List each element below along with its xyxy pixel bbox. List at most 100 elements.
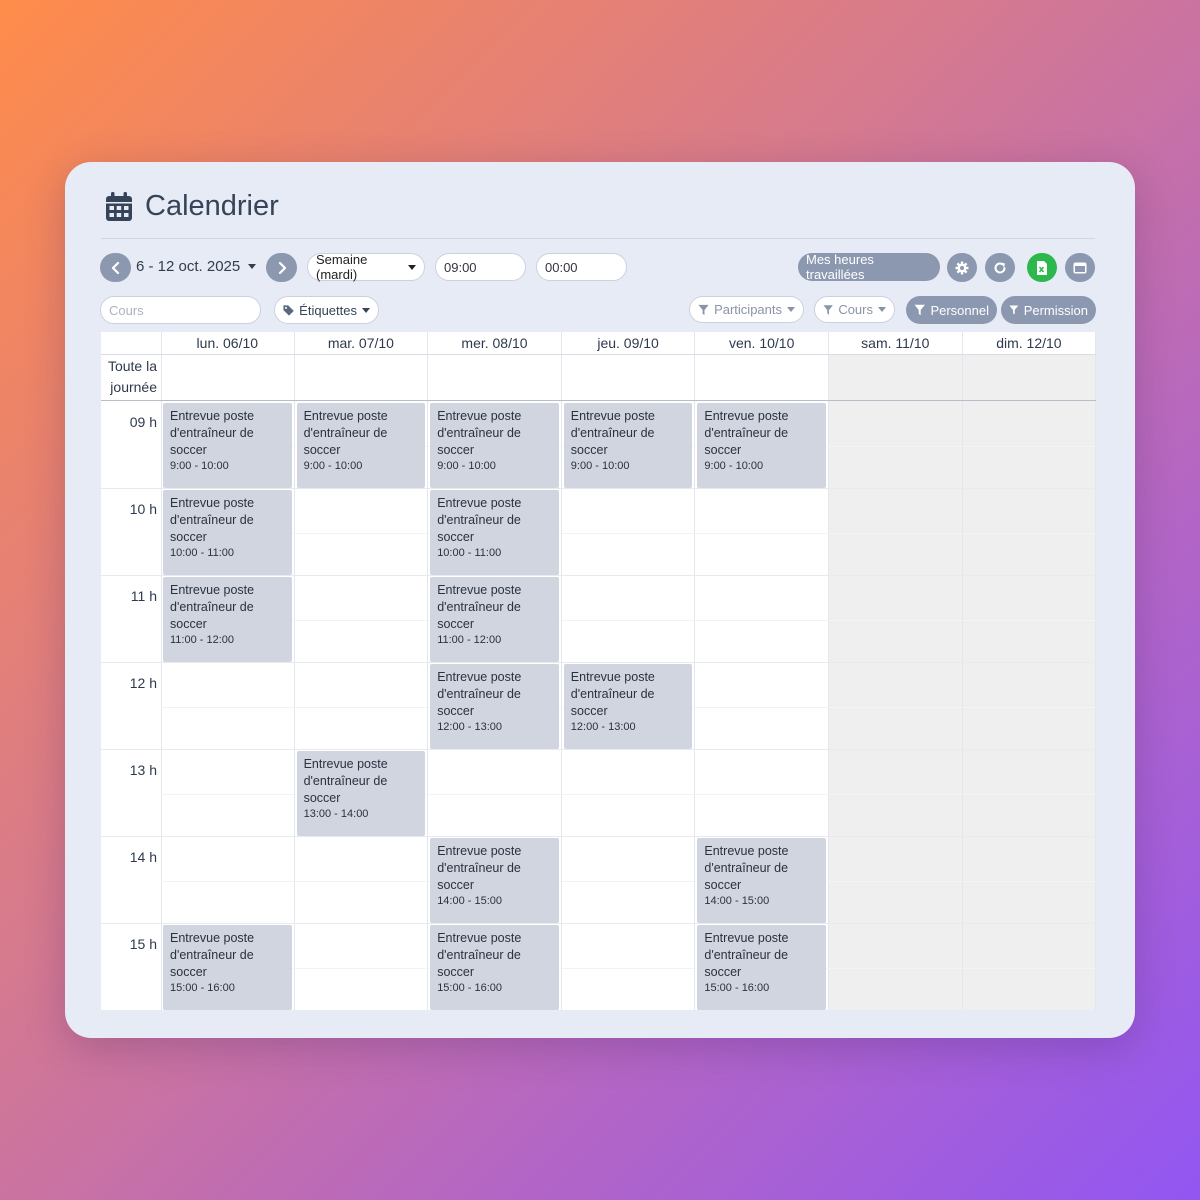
event-title: Entrevue poste d'entraîneur de soccer [170,409,255,457]
column-divider [293,332,295,1010]
hour-label: 10 h [129,501,157,517]
event-time: 9:00 - 10:00 [303,460,363,472]
next-week-button[interactable] [266,253,297,282]
day-header[interactable]: ven. 10/10 [695,332,829,354]
calendar-event[interactable]: Entrevue poste d'entraîneur de soccer 9:0… [163,403,292,488]
courses-filter[interactable]: Cours [814,296,895,323]
event-time: 11:00 - 12:00 [170,634,235,646]
calendar-event[interactable]: Entrevue poste d'entraîneur de soccer 10:… [163,490,292,575]
event-title: Entrevue poste d'entraîneur de soccer [170,496,255,544]
calendar-event[interactable]: Entrevue poste d'entraîneur de soccer 12:… [563,664,693,749]
start-time-input[interactable]: 09:00 [435,253,526,281]
hour-label: 12 h [129,675,157,691]
hours-worked-button[interactable]: Mes heures travaillées [798,252,940,282]
half-hour-divider [161,880,1096,882]
excel-export-button[interactable] [1027,253,1057,282]
chevron-left-icon [111,261,119,274]
filter-icon [914,304,925,316]
hours-worked-label: Mes heures travaillées [806,252,874,282]
page-header: Calendrier [105,190,279,223]
permission-filter-button[interactable]: Permission [1001,296,1096,324]
event-title: Entrevue poste d'entraîneur de soccer [437,583,522,631]
filter-icon [698,304,709,315]
date-range-label: 6 - 12 oct. 2025 [136,258,241,275]
refresh-button[interactable] [985,253,1015,282]
calendar-event[interactable]: Entrevue poste d'entraîneur de soccer 13:… [296,751,426,836]
event-time: 15:00 - 16:00 [704,982,770,994]
participants-filter[interactable]: Participants [689,296,804,323]
hour-divider [101,488,1096,489]
column-divider [828,332,829,1010]
header-divider [101,238,1095,239]
hour-divider [101,749,1096,750]
calendar-event[interactable]: Entrevue poste d'entraîneur de soccer 12:… [430,664,559,749]
day-header[interactable]: sam. 11/10 [829,332,963,354]
hour-label: 15 h [129,936,157,952]
end-time-input[interactable]: 00:00 [536,253,627,281]
event-title: Entrevue poste d'entraîneur de soccer [704,844,789,892]
calendar-event[interactable]: Entrevue poste d'entraîneur de soccer 9:0… [430,403,559,488]
chevron-down-icon [248,264,257,269]
all-day-divider [101,400,1096,401]
event-time: 9:00 - 10:00 [170,460,229,472]
calendar-event[interactable]: Entrevue poste d'entraîneur de soccer 15:… [430,925,559,1010]
calendar-event[interactable]: Entrevue poste d'entraîneur de soccer 15:… [163,925,292,1010]
half-hour-divider [161,619,1096,621]
calendar-event[interactable]: Entrevue poste d'entraîneur de soccer 10:… [430,490,559,575]
event-time: 14:00 - 15:00 [704,895,770,907]
calendar-event[interactable]: Entrevue poste d'entraîneur de soccer 15:… [697,925,826,1010]
event-title: Entrevue poste d'entraîneur de soccer [437,496,522,544]
day-header[interactable]: jeu. 09/10 [562,332,696,354]
view-select-value: Semaine (mardi) [316,252,368,282]
calendar-event[interactable]: Entrevue poste d'entraîneur de soccer 9:0… [296,403,426,488]
column-divider [961,332,963,1010]
tags-dropdown[interactable]: Étiquettes [274,296,379,324]
permission-filter-label: Permission [1023,302,1088,318]
day-header[interactable]: mar. 07/10 [295,332,429,354]
column-divider [1095,332,1096,1010]
hour-divider [101,836,1096,837]
calendar-event[interactable]: Entrevue poste d'entraîneur de soccer 11:… [163,577,292,662]
calendar-card: Calendrier 6 - 12 oct. 2025 Semaine (mar… [65,162,1135,1038]
event-title: Entrevue poste d'entraîneur de soccer [570,670,655,718]
calendar-event[interactable]: Entrevue poste d'entraîneur de soccer 14:… [697,838,826,923]
event-title: Entrevue poste d'entraîneur de soccer [704,931,789,979]
day-header[interactable]: mer. 08/10 [428,332,562,354]
date-range-picker[interactable]: 6 - 12 oct. 2025 [136,258,257,275]
view-select[interactable]: Semaine (mardi) [307,252,425,282]
hour-divider [101,662,1096,663]
chevron-right-icon [278,261,286,274]
event-time: 10:00 - 11:00 [170,547,235,559]
event-time: 10:00 - 11:00 [437,547,502,559]
day-header[interactable]: lun. 06/10 [161,332,295,354]
hour-label: 09 h [129,414,157,430]
event-title: Entrevue poste d'entraîneur de soccer [437,409,522,457]
hour-label: 14 h [129,849,157,865]
course-search-placeholder: Cours [109,302,144,318]
column-divider [427,332,429,1010]
course-search-input[interactable]: Cours [100,296,261,324]
calendar-event[interactable]: Entrevue poste d'entraîneur de soccer 9:0… [697,403,826,488]
day-header[interactable]: dim. 12/10 [963,332,1096,354]
filter-icon [823,304,833,315]
event-title: Entrevue poste d'entraîneur de soccer [437,931,522,979]
end-time-value: 00:00 [545,259,578,275]
column-divider [560,332,562,1010]
calendar-event[interactable]: Entrevue poste d'entraîneur de soccer 9:0… [563,403,693,488]
event-time: 12:00 - 13:00 [437,721,503,733]
event-time: 14:00 - 15:00 [437,895,503,907]
event-title: Entrevue poste d'entraîneur de soccer [570,409,655,457]
window-toggle-button[interactable] [1065,253,1095,282]
staff-filter-button[interactable]: Personnel [906,296,997,324]
hour-divider [101,923,1096,924]
event-title: Entrevue poste d'entraîneur de soccer [704,409,789,457]
event-time: 11:00 - 12:00 [437,634,502,646]
calendar-event[interactable]: Entrevue poste d'entraîneur de soccer 14:… [430,838,559,923]
previous-week-button[interactable] [100,253,131,282]
hour-label: 13 h [129,762,157,778]
settings-button[interactable] [947,253,977,282]
calendar-event[interactable]: Entrevue poste d'entraîneur de soccer 11:… [430,577,559,662]
staff-filter-label: Personnel [930,302,989,318]
calendar-icon [105,191,133,222]
courses-filter-label: Cours [838,302,873,317]
